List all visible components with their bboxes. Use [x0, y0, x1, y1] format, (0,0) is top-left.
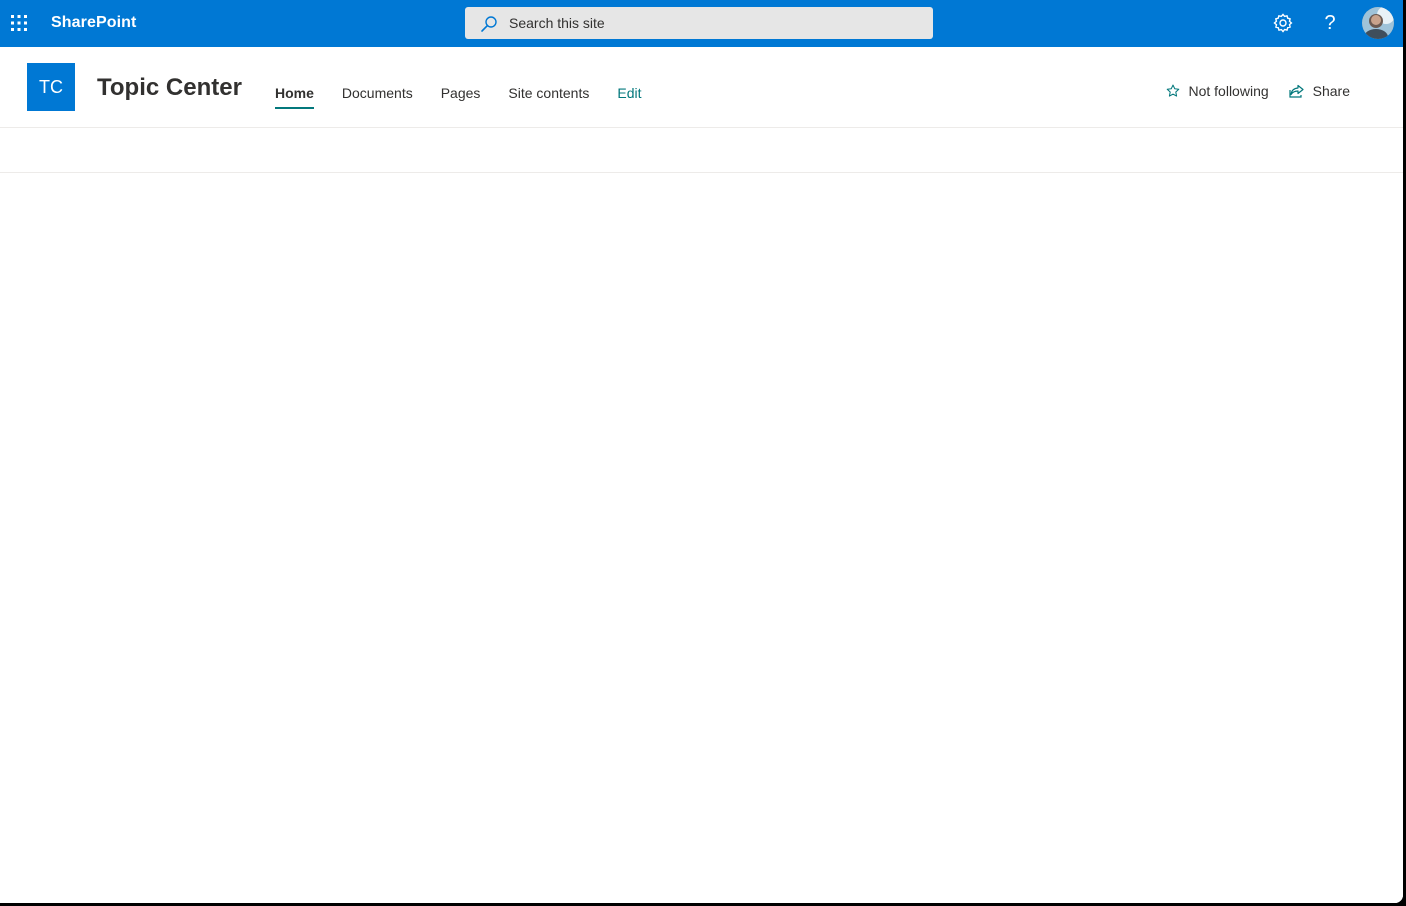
nav-item-documents[interactable]: Documents: [342, 83, 413, 103]
suite-bar: SharePoint ?: [0, 0, 1403, 47]
header-actions: Not following Share: [1146, 81, 1350, 101]
share-label: Share: [1312, 83, 1350, 99]
help-icon[interactable]: ?: [1318, 11, 1342, 35]
nav-item-site-contents[interactable]: Site contents: [508, 83, 589, 103]
page-canvas: [0, 173, 1403, 903]
share-icon: [1289, 84, 1304, 98]
gear-icon[interactable]: [1271, 11, 1295, 35]
waffle-icon[interactable]: [10, 14, 28, 32]
site-navigation: Home Documents Pages Site contents Edit: [275, 81, 669, 109]
command-bar: [0, 128, 1403, 173]
nav-edit-link[interactable]: Edit: [617, 83, 641, 103]
follow-label: Not following: [1188, 83, 1269, 99]
site-header: TC Topic Center Home Documents Pages Sit…: [0, 47, 1403, 128]
search-input[interactable]: [509, 7, 909, 39]
browser-window: SharePoint ? TC: [0, 0, 1403, 903]
search-icon: [481, 16, 497, 32]
star-icon: [1167, 84, 1180, 97]
search-box[interactable]: [465, 7, 933, 39]
follow-button[interactable]: Not following: [1166, 81, 1269, 101]
nav-item-pages[interactable]: Pages: [441, 83, 481, 103]
avatar-photo: [1362, 7, 1394, 39]
nav-item-home[interactable]: Home: [275, 83, 314, 109]
site-title[interactable]: Topic Center: [97, 73, 242, 103]
app-brand-link[interactable]: SharePoint: [51, 13, 136, 33]
avatar[interactable]: [1362, 7, 1394, 39]
share-button[interactable]: Share: [1289, 81, 1350, 101]
site-logo[interactable]: TC: [27, 63, 75, 111]
